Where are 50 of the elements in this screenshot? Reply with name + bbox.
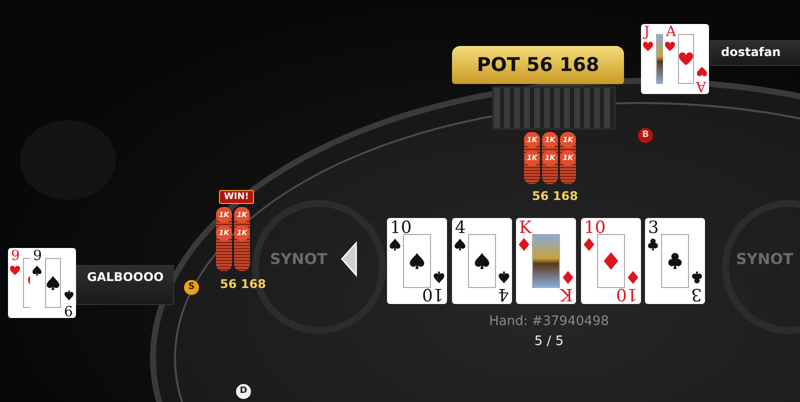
hand-number: Hand: #37940498	[488, 314, 610, 329]
card-rank: A	[666, 25, 676, 40]
previous-arrow-icon[interactable]	[340, 240, 358, 278]
diamond-icon	[603, 252, 619, 270]
card-rank: J	[644, 25, 650, 40]
diamond-icon	[562, 271, 574, 284]
card-rank: 10	[584, 219, 606, 237]
club-icon	[691, 271, 703, 284]
court-figure-drawing	[532, 234, 560, 288]
table-logo: SYNOT	[270, 250, 328, 268]
card-rank: 3	[691, 285, 702, 303]
spade-icon	[433, 271, 445, 284]
player-name: dostafan	[720, 44, 782, 59]
card-rank: K	[519, 219, 532, 237]
card-rank: 9	[11, 249, 20, 264]
bet-amount: 56 168	[220, 277, 266, 291]
pot-amount: 56 168	[532, 189, 578, 203]
spade-icon	[32, 265, 42, 276]
heart-icon	[10, 265, 20, 276]
spade-icon	[389, 238, 401, 251]
replay-counter: 5 / 5	[533, 334, 565, 349]
win-badge: WIN!	[219, 190, 254, 204]
heart-icon	[665, 41, 675, 52]
diamond-icon	[518, 238, 530, 251]
pot-label: POT 56 168	[452, 46, 624, 84]
spade-icon	[454, 238, 466, 251]
card-rank: 4	[455, 219, 466, 237]
spade-icon	[64, 290, 74, 301]
diamond-icon	[583, 238, 595, 251]
card-rank: 9	[33, 249, 42, 264]
spade-icon	[474, 252, 490, 270]
diamond-icon	[627, 271, 639, 284]
card-rank: K	[560, 285, 573, 303]
card-rank: 10	[422, 285, 444, 303]
club-icon	[667, 252, 683, 270]
card-rank: 10	[616, 285, 638, 303]
spade-icon	[498, 271, 510, 284]
card-rank: 4	[498, 285, 509, 303]
card-rank: 3	[648, 219, 659, 237]
card-rank: 10	[390, 219, 412, 237]
spade-icon	[409, 252, 425, 270]
heart-icon	[697, 66, 707, 77]
heart-icon	[679, 50, 693, 68]
table-logo: SYNOT	[736, 250, 794, 268]
club-icon	[647, 238, 659, 251]
player-name: GALBOOOO	[86, 269, 165, 284]
heart-icon	[643, 41, 653, 52]
spade-icon	[46, 274, 60, 292]
card-rank: A	[696, 78, 706, 93]
card-rank: 9	[64, 302, 73, 317]
